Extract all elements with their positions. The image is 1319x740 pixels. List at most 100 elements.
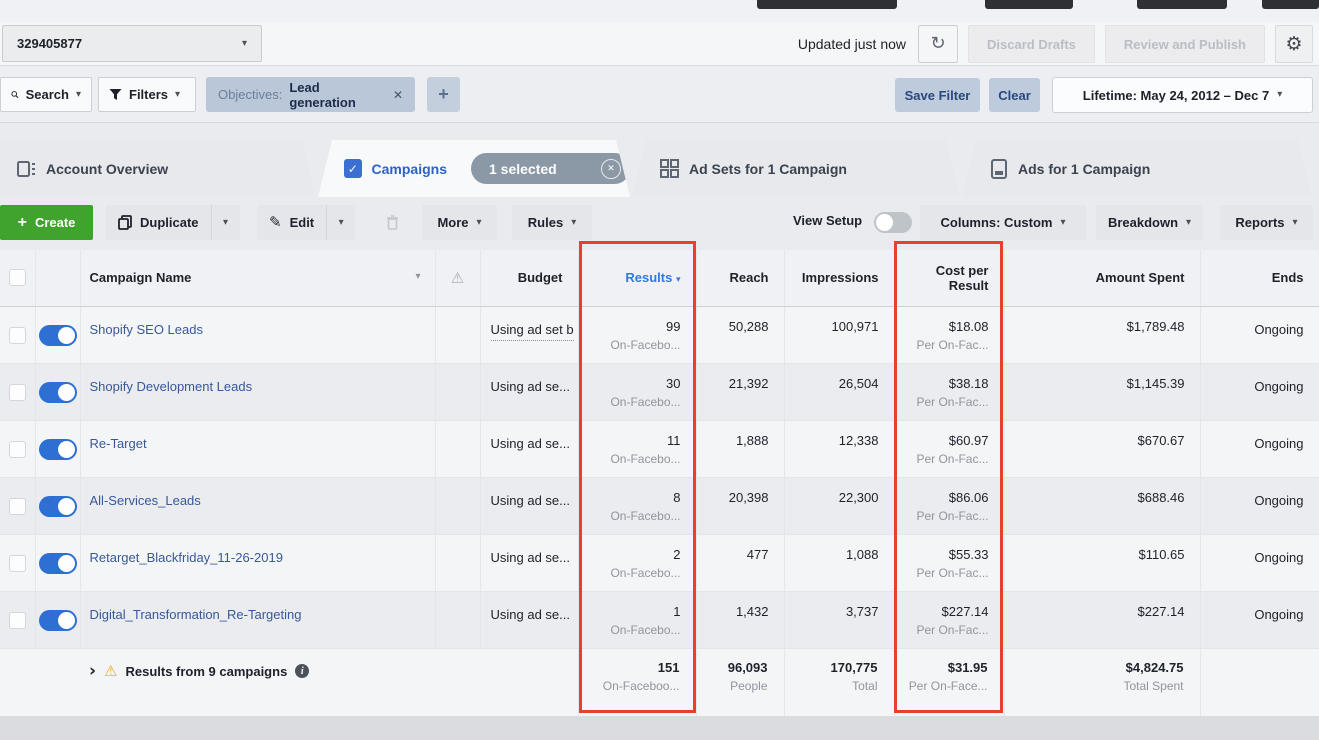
tab-account-overview[interactable]: Account Overview — [0, 140, 316, 197]
campaign-name-cell: Digital_Transformation_Re-Targeting — [80, 591, 435, 648]
results-cell: 30 On-Facebo... — [578, 363, 696, 420]
browser-chrome-fragment — [1137, 0, 1227, 9]
budget-value[interactable]: Using ad se... — [491, 379, 571, 394]
tab-campaigns[interactable]: ✓ Campaigns 1 selected ✕ — [318, 140, 630, 197]
results-subtext: On-Facebo... — [579, 391, 696, 409]
summary-reach: 96,093 — [698, 650, 783, 675]
column-header-reach[interactable]: Reach — [696, 250, 784, 306]
edit-button[interactable]: ✎ Edit — [257, 205, 326, 240]
row-toggle-cell — [35, 420, 80, 477]
campaigns-table: Campaign Name ▾ ⚠ Budget Results ▾ Reach… — [0, 250, 1319, 721]
review-publish-button[interactable]: Review and Publish — [1105, 25, 1265, 63]
reports-button[interactable]: Reports ▾ — [1220, 205, 1313, 240]
column-header-budget[interactable]: Budget — [480, 250, 578, 306]
ends-cell: Ongoing — [1200, 420, 1319, 477]
ends-value: Ongoing — [1201, 364, 1319, 394]
budget-value[interactable]: Using ad se... — [491, 550, 571, 565]
breakdown-label: Breakdown — [1108, 215, 1178, 230]
row-checkbox[interactable] — [9, 612, 26, 629]
delete-button[interactable] — [377, 205, 408, 240]
tab-ads[interactable]: Ads for 1 Campaign — [962, 140, 1312, 197]
campaign-name-link[interactable]: Shopify SEO Leads — [90, 322, 203, 337]
column-header-impressions[interactable]: Impressions — [784, 250, 894, 306]
gear-icon: ⚙ — [1285, 35, 1302, 54]
summary-label-cell: › ⚠ Results from 9 campaigns i — [0, 648, 578, 721]
campaign-active-toggle[interactable] — [39, 325, 77, 346]
search-dropdown[interactable]: Search ▾ — [0, 77, 92, 112]
edit-menu-button[interactable]: ▾ — [326, 205, 355, 240]
selected-count-badge[interactable]: 1 selected ✕ — [471, 153, 630, 184]
campaign-active-toggle[interactable] — [39, 610, 77, 631]
breakdown-button[interactable]: Breakdown ▾ — [1096, 205, 1203, 240]
campaign-name-link[interactable]: Shopify Development Leads — [90, 379, 253, 394]
summary-results-subtext: On-Faceboo... — [580, 675, 695, 693]
row-toggle-cell — [35, 534, 80, 591]
column-header-results[interactable]: Results ▾ — [578, 250, 696, 306]
row-checkbox[interactable] — [9, 498, 26, 515]
row-checkbox[interactable] — [9, 555, 26, 572]
campaign-active-toggle[interactable] — [39, 553, 77, 574]
browser-chrome-fragment — [757, 0, 897, 9]
budget-value[interactable]: Using ad set b — [491, 322, 574, 341]
rules-button[interactable]: Rules ▾ — [512, 205, 592, 240]
budget-value[interactable]: Using ad se... — [491, 436, 571, 451]
create-button[interactable]: + Create — [0, 205, 93, 240]
remove-filter-icon[interactable]: ✕ — [393, 88, 403, 102]
discard-drafts-button[interactable]: Discard Drafts — [968, 25, 1095, 63]
campaign-name-link[interactable]: Digital_Transformation_Re-Targeting — [90, 607, 302, 622]
cost-per-result-cell: $18.08 Per On-Fac... — [894, 306, 1004, 363]
campaign-active-toggle[interactable] — [39, 496, 77, 517]
browser-chrome-fragment — [1262, 0, 1319, 9]
impressions-cell: 3,737 — [784, 591, 894, 648]
tab-ad-sets[interactable]: Ad Sets for 1 Campaign — [632, 140, 960, 197]
duplicate-button[interactable]: Duplicate — [106, 205, 211, 240]
summary-reach-subtext: People — [698, 675, 783, 693]
date-range-selector[interactable]: Lifetime: May 24, 2012 – Dec 7 ▾ — [1052, 77, 1313, 113]
select-all-checkbox[interactable] — [9, 269, 26, 286]
campaign-name-cell: Re-Target — [80, 420, 435, 477]
campaign-name-link[interactable]: All-Services_Leads — [90, 493, 201, 508]
row-checkbox[interactable] — [9, 384, 26, 401]
impressions-cell: 100,971 — [784, 306, 894, 363]
tab-label: Campaigns — [372, 161, 447, 177]
column-header-cost-per-result[interactable]: Cost per Result — [894, 250, 1004, 306]
expand-chevron-icon[interactable]: › — [89, 663, 96, 680]
rules-label: Rules — [528, 215, 563, 230]
account-selector[interactable]: 329405877 ▾ — [2, 25, 262, 62]
add-filter-button[interactable]: + — [427, 77, 460, 112]
row-select-cell — [0, 477, 35, 534]
info-icon[interactable]: i — [295, 664, 309, 678]
refresh-button[interactable]: ↻ — [918, 25, 958, 63]
budget-value[interactable]: Using ad se... — [491, 493, 571, 508]
row-checkbox[interactable] — [9, 327, 26, 344]
budget-value[interactable]: Using ad se... — [491, 607, 571, 622]
campaign-name-link[interactable]: Retarget_Blackfriday_11-26-2019 — [90, 550, 283, 565]
row-checkbox[interactable] — [9, 441, 26, 458]
duplicate-menu-button[interactable]: ▾ — [211, 205, 240, 240]
table-row: All-Services_Leads Using ad se... 8 On-F… — [0, 477, 1319, 534]
column-header-ends[interactable]: Ends — [1200, 250, 1319, 306]
table-header-row: Campaign Name ▾ ⚠ Budget Results ▾ Reach… — [0, 250, 1319, 306]
view-setup-toggle[interactable] — [874, 212, 912, 233]
chevron-down-icon: ▾ — [76, 90, 81, 100]
campaign-active-toggle[interactable] — [39, 382, 77, 403]
cost-per-result-cell: $86.06 Per On-Fac... — [894, 477, 1004, 534]
column-header-amount-spent[interactable]: Amount Spent — [1004, 250, 1200, 306]
results-subtext: On-Facebo... — [579, 448, 696, 466]
plus-icon: + — [438, 84, 449, 105]
settings-button[interactable]: ⚙ — [1275, 25, 1313, 63]
campaign-name-link[interactable]: Re-Target — [90, 436, 147, 451]
amount-value: $688.46 — [1005, 478, 1200, 505]
cost-value: $60.97 — [895, 421, 1004, 448]
column-header-campaign-name[interactable]: Campaign Name ▾ — [80, 250, 435, 306]
columns-button[interactable]: Columns: Custom ▾ — [920, 205, 1086, 240]
filters-dropdown[interactable]: Filters ▾ — [98, 77, 196, 112]
objectives-filter-chip[interactable]: Objectives: Lead generation ✕ — [206, 77, 415, 112]
column-header-delivery[interactable]: ⚠ — [435, 250, 480, 306]
budget-cell: Using ad se... — [480, 534, 578, 591]
campaign-active-toggle[interactable] — [39, 439, 77, 460]
more-button[interactable]: More ▾ — [422, 205, 497, 240]
deselect-icon[interactable]: ✕ — [601, 159, 621, 179]
clear-filter-button[interactable]: Clear — [989, 78, 1040, 112]
save-filter-button[interactable]: Save Filter — [895, 78, 980, 112]
